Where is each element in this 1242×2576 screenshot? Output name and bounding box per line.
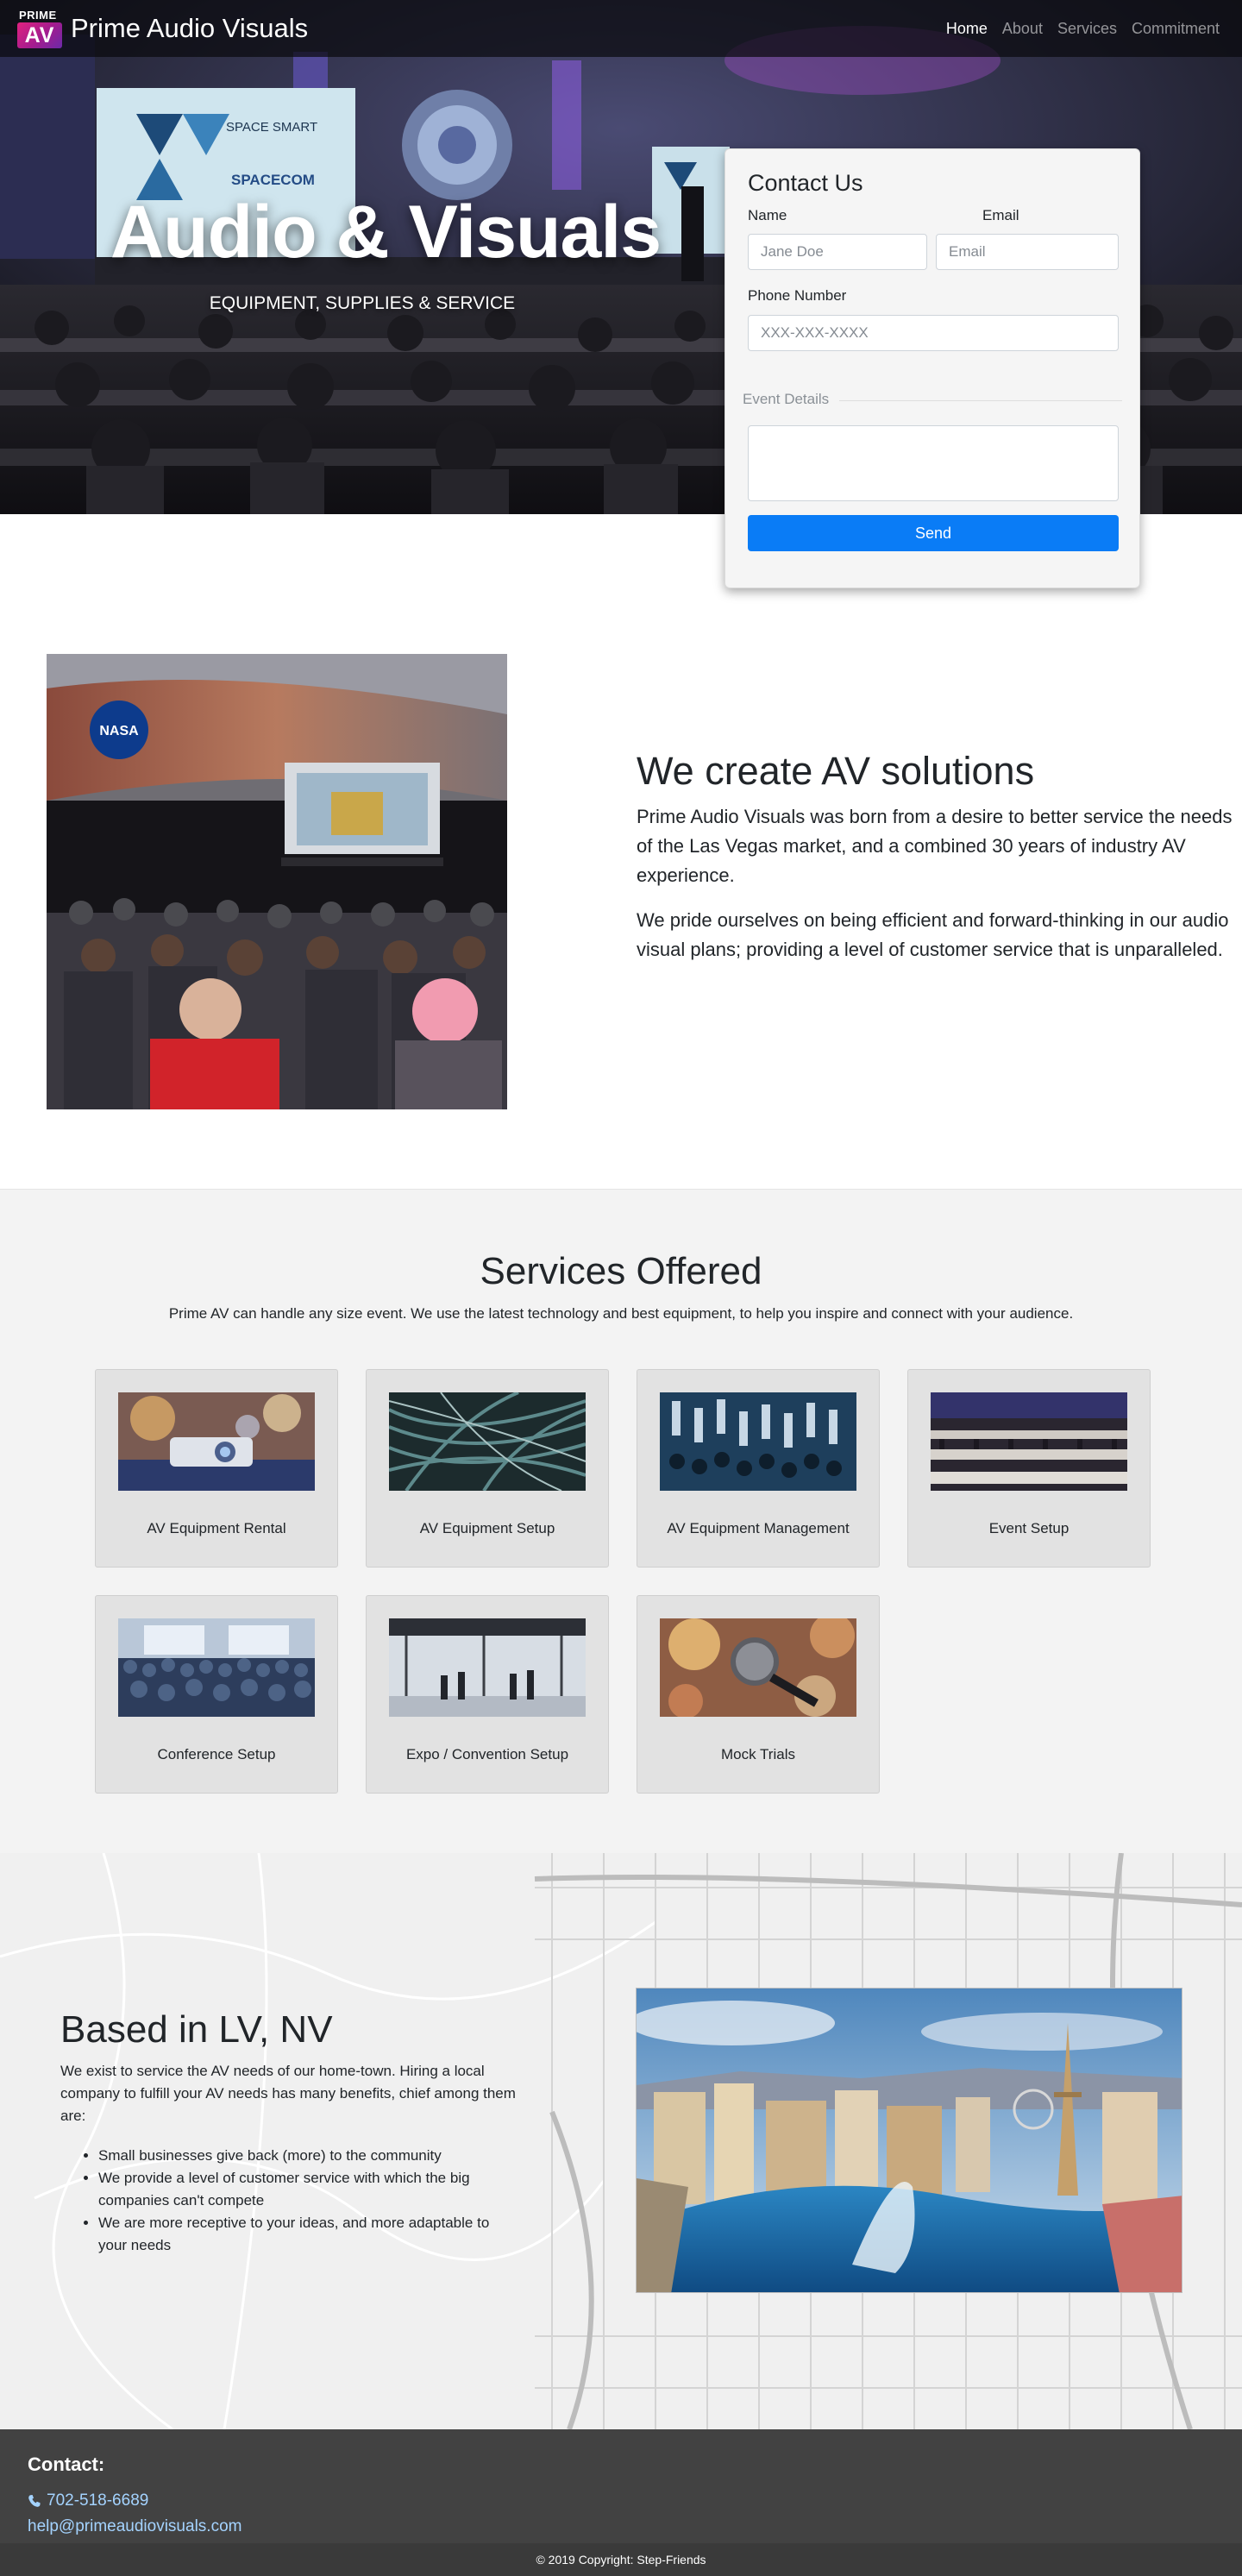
service-card-av-equipment-setup[interactable]: AV Equipment Setup — [366, 1369, 609, 1568]
brand-link[interactable]: PRIME AV Prime Audio Visuals — [17, 9, 308, 48]
phone-field[interactable] — [748, 315, 1119, 351]
contact-form: Contact Us Name Email Phone Number Event… — [724, 148, 1140, 588]
email-label: Email — [982, 207, 1019, 223]
services-section: Services Offered Prime AV can handle any… — [0, 1189, 1242, 1853]
contact-form-title: Contact Us — [748, 170, 863, 196]
banquet-hall-image — [931, 1392, 1127, 1491]
projector-image — [118, 1392, 315, 1491]
logo-prime-text: PRIME — [19, 9, 57, 22]
top-navbar: PRIME AV Prime Audio Visuals Home About … — [0, 0, 1242, 57]
phone-label: Phone Number — [748, 287, 847, 304]
footer-email-link[interactable]: help@primeaudiovisuals.com — [28, 2517, 242, 2536]
expo-hall-image — [389, 1618, 586, 1717]
about-photo: NASA — [47, 654, 507, 1109]
footer-phone-number: 702-518-6689 — [47, 2491, 149, 2510]
service-card-expo-convention-setup[interactable]: Expo / Convention Setup — [366, 1595, 609, 1794]
benefit-item: Small businesses give back (more) to the… — [98, 2145, 518, 2167]
location-section: Based in LV, NV We exist to service the … — [0, 1853, 1242, 2429]
event-details-textarea[interactable] — [748, 425, 1119, 501]
footer-contact-heading: Contact: — [28, 2453, 105, 2475]
service-label: AV Equipment Management — [667, 1520, 850, 1536]
nav-link-commitment[interactable]: Commitment — [1132, 20, 1220, 38]
service-label: Conference Setup — [157, 1746, 276, 1762]
email-field[interactable] — [936, 234, 1119, 270]
mixer-image — [660, 1392, 856, 1491]
benefit-item: We are more receptive to your ideas, and… — [98, 2212, 518, 2257]
phone-icon — [28, 2495, 41, 2507]
service-card-av-equipment-rental[interactable]: AV Equipment Rental — [95, 1369, 338, 1568]
footer-phone-link[interactable]: 702-518-6689 — [28, 2491, 148, 2510]
about-paragraph-1: Prime Audio Visuals was born from a desi… — [637, 806, 1233, 886]
about-heading: We create AV solutions — [637, 749, 1035, 793]
benefits-list: Small businesses give back (more) to the… — [60, 2145, 518, 2257]
hero-subtitle: EQUIPMENT, SUPPLIES & SERVICE — [209, 293, 516, 313]
nav-link-about[interactable]: About — [1002, 20, 1043, 38]
prime-av-logo: PRIME AV — [17, 9, 62, 48]
nav-link-home[interactable]: Home — [946, 20, 988, 38]
event-details-legend: Event Details — [743, 391, 840, 408]
copyright-bar: © 2019 Copyright: Step-Friends — [0, 2543, 1242, 2576]
event-details-fieldset: Event Details — [743, 391, 1122, 412]
services-intro: Prime AV can handle any size event. We u… — [168, 1305, 1074, 1322]
brand-name: Prime Audio Visuals — [71, 13, 309, 43]
service-label: AV Equipment Rental — [147, 1520, 286, 1536]
location-paragraph: We exist to service the AV needs of our … — [60, 2063, 516, 2124]
svg-text:SPACE SMART: SPACE SMART — [226, 120, 317, 135]
conference-audience-image — [118, 1618, 315, 1717]
send-button[interactable]: Send — [748, 515, 1119, 551]
nav-link-services[interactable]: Services — [1057, 20, 1117, 38]
benefit-item: We provide a level of customer service w… — [98, 2167, 518, 2212]
cables-image — [389, 1392, 586, 1491]
services-title: Services Offered — [480, 1250, 762, 1292]
service-label: Expo / Convention Setup — [405, 1746, 569, 1762]
service-card-av-equipment-management[interactable]: AV Equipment Management — [637, 1369, 880, 1568]
location-heading: Based in LV, NV — [60, 2008, 333, 2051]
service-label: Event Setup — [988, 1520, 1070, 1536]
nasa-event-image: NASA — [47, 654, 507, 1109]
name-field[interactable] — [748, 234, 927, 270]
svg-text:NASA: NASA — [99, 724, 139, 738]
service-label: Mock Trials — [721, 1746, 795, 1762]
name-label: Name — [748, 207, 787, 223]
site-footer: Contact: 702-518-6689 help@primeaudiovis… — [0, 2429, 1242, 2576]
service-card-event-setup[interactable]: Event Setup — [907, 1369, 1151, 1568]
service-card-conference-setup[interactable]: Conference Setup — [95, 1595, 338, 1794]
las-vegas-strip-photo — [636, 1988, 1182, 2293]
service-card-mock-trials[interactable]: Mock Trials — [637, 1595, 880, 1794]
hero-title: Audio & Visuals — [110, 191, 662, 273]
logo-av-mark: AV — [17, 22, 62, 48]
about-paragraph-2: We pride ourselves on being efficient an… — [637, 909, 1229, 960]
svg-text:SPACECOM: SPACECOM — [231, 172, 315, 188]
service-label: AV Equipment Setup — [419, 1520, 555, 1536]
microphone-image — [660, 1618, 856, 1717]
nav-links: Home About Services Commitment — [946, 0, 1220, 57]
